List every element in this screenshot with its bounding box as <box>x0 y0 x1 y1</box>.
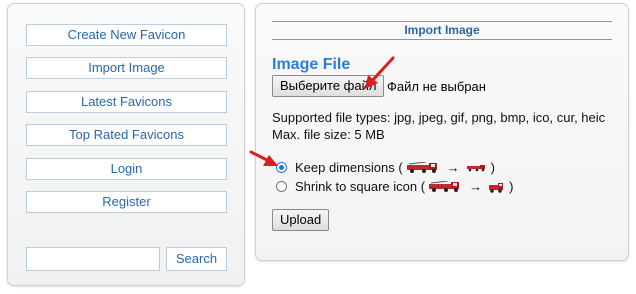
arrow-glyph: → <box>469 179 483 194</box>
small-truck-icon <box>466 164 485 171</box>
search-input[interactable] <box>26 247 160 271</box>
sidebar-item-latest-favicons[interactable]: Latest Favicons <box>26 91 227 113</box>
arrow-glyph: → <box>446 160 460 175</box>
shrink-to-square-radio[interactable] <box>276 181 287 192</box>
square-truck-icon <box>489 182 504 193</box>
shrink-to-square-label: Shrink to square icon ( <box>295 179 426 194</box>
upload-button[interactable]: Upload <box>272 209 330 231</box>
shrink-to-square-suffix: ) <box>509 179 514 194</box>
max-file-size: Max. file size: 5 MB <box>272 127 385 142</box>
file-status-text: Файл не выбран <box>387 79 486 94</box>
keep-dimensions-label: Keep dimensions ( <box>295 160 403 175</box>
sidebar-item-register[interactable]: Register <box>26 191 227 213</box>
section-title-image-file: Image File <box>272 56 351 73</box>
search-button[interactable]: Search <box>166 247 227 271</box>
annotation-arrow-icon <box>365 56 395 89</box>
wide-truck-icon <box>406 161 437 173</box>
annotation-arrow-icon <box>249 150 278 166</box>
wide-truck-icon <box>429 180 460 192</box>
keep-dimensions-suffix: ) <box>490 160 496 175</box>
sidebar-nav: Create New Favicon Import Image Latest F… <box>7 3 245 286</box>
option-shrink-to-square[interactable]: Shrink to square icon ( → ) <box>276 179 513 194</box>
sidebar-item-import-image[interactable]: Import Image <box>26 57 227 79</box>
panel-header: Import Image <box>272 21 612 40</box>
sidebar-item-create-new-favicon[interactable]: Create New Favicon <box>26 24 227 46</box>
import-image-panel: Import Image Image File Выберите файл Фа… <box>255 3 629 261</box>
sidebar-item-top-rated-favicons[interactable]: Top Rated Favicons <box>26 124 227 146</box>
sidebar-item-login[interactable]: Login <box>26 158 227 180</box>
supported-file-types: Supported file types: jpg, jpeg, gif, pn… <box>272 110 606 125</box>
option-keep-dimensions[interactable]: Keep dimensions ( → ) <box>276 160 495 175</box>
